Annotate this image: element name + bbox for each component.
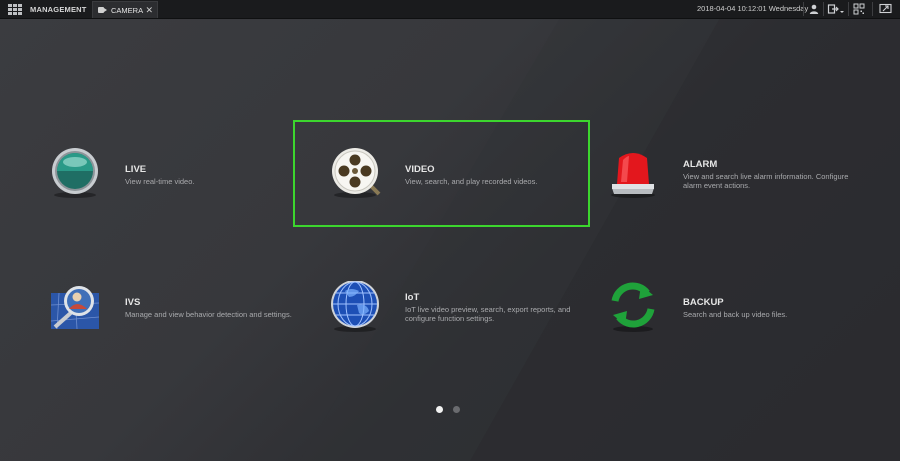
iot-description-line1: IoT live video preview, search, export r… — [405, 305, 571, 314]
backup-refresh-icon — [611, 282, 655, 332]
video-title: VIDEO — [405, 164, 435, 175]
close-tab-icon[interactable]: ✕ — [145, 5, 153, 15]
menu-item-video[interactable]: VIDEO View, search, and play recorded vi… — [329, 148, 579, 208]
management-tab[interactable]: MANAGEMENT — [30, 5, 88, 14]
globe-icon — [331, 281, 379, 332]
live-icon — [52, 148, 98, 198]
menu-item-live[interactable]: LIVE View real-time video. — [49, 148, 289, 208]
live-description: View real-time video. — [125, 177, 195, 186]
alarm-title: ALARM — [683, 159, 718, 170]
fullscreen-icon[interactable] — [879, 3, 892, 15]
alarm-light-icon — [611, 153, 655, 198]
background-diagonal — [300, 18, 900, 461]
datetime-display: 2018-04-04 10:12:01 Wednesday — [697, 4, 809, 13]
user-icon[interactable] — [808, 3, 820, 15]
ivs-magnifier-icon — [50, 286, 100, 330]
toolbar-divider — [823, 2, 824, 16]
menu-item-ivs[interactable]: IVS Manage and view behavior detection a… — [49, 281, 309, 341]
logout-icon[interactable] — [827, 3, 845, 15]
alarm-description-line1: View and search live alarm information. … — [683, 172, 849, 181]
video-description: View, search, and play recorded videos. — [405, 177, 538, 186]
menu-item-backup[interactable]: BACKUP Search and back up video files. — [607, 281, 847, 341]
camera-tab-label: CAMERA — [111, 5, 144, 15]
camera-tab[interactable]: CAMERA ✕ — [92, 1, 158, 18]
menu-item-alarm[interactable]: ALARM View and search live alarm informa… — [607, 148, 867, 208]
toolbar-divider — [848, 2, 849, 16]
ivs-title: IVS — [125, 297, 141, 308]
menu-item-iot[interactable]: IoT IoT live video preview, search, expo… — [329, 281, 589, 341]
page-dot-2[interactable] — [453, 406, 460, 413]
video-reel-icon — [332, 148, 381, 198]
backup-title: BACKUP — [683, 297, 724, 308]
alarm-description-line2: alarm event actions. — [683, 181, 751, 190]
camera-icon — [98, 7, 107, 13]
backup-description: Search and back up video files. — [683, 310, 788, 319]
live-title: LIVE — [125, 164, 147, 175]
iot-title: IoT — [405, 292, 420, 303]
toolbar-divider — [803, 2, 804, 16]
grid-menu-icon[interactable] — [7, 1, 23, 17]
toolbar-divider — [872, 2, 873, 16]
iot-description-line2: configure function settings. — [405, 314, 495, 323]
qr-code-icon[interactable] — [853, 3, 865, 15]
page-dot-1[interactable] — [436, 406, 443, 413]
ivs-description: Manage and view behavior detection and s… — [125, 310, 292, 319]
